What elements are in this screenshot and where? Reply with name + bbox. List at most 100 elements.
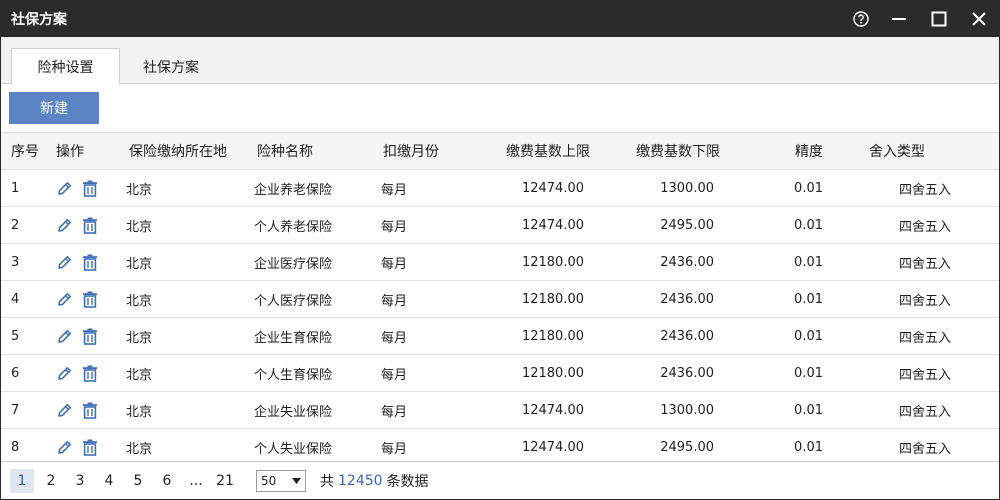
row-index: 4 [11,291,20,307]
row-index: 7 [11,402,20,418]
row-location: 北京 [126,441,153,457]
app-window: 社保方案 险种设置 社保方案 新建 序号 操作 保险缴纳所在地 险种名称 扣缴月… [0,0,1000,500]
row-base-upper: 12180.00 [521,365,584,381]
row-rounding-type: 四舍五入 [898,367,951,383]
row-base-upper: 12180.00 [521,291,584,307]
minimize-icon [892,18,906,20]
row-actions [46,401,119,419]
maximize-icon [931,11,947,27]
row-deduction-month: 每月 [381,330,408,346]
row-precision: 0.01 [794,402,823,418]
row-location: 北京 [126,219,153,235]
page-button[interactable]: 5 [126,469,150,493]
page-button[interactable]: 4 [97,469,121,493]
row-index: 5 [11,328,20,344]
maximize-button[interactable] [919,1,959,37]
row-insurance-name: 企业生育保险 [254,330,333,346]
tab-insurance-settings[interactable]: 险种设置 [11,48,120,85]
table-row[interactable]: 6 北京 个人生育保险 每月 12180.00 2436.00 0.01 四舍五入 [1,355,999,392]
row-location: 北京 [126,293,153,309]
row-precision: 0.01 [794,291,823,307]
caret-down-icon [292,477,301,484]
close-button[interactable] [959,1,999,37]
page-button[interactable]: 21 [213,469,237,493]
row-index: 3 [11,254,20,270]
row-index: 1 [11,180,20,196]
page-button[interactable]: 2 [39,469,63,493]
row-deduction-month: 每月 [381,367,408,383]
column-header-location: 保险缴纳所在地 [129,144,227,160]
table-header: 序号 操作 保险缴纳所在地 险种名称 扣缴月份 缴费基数上限 缴费基数下限 精度… [1,132,999,170]
pencil-icon[interactable] [56,364,73,382]
column-header-deduction-month: 扣缴月份 [383,144,439,160]
trash-icon[interactable] [81,216,98,234]
pencil-icon[interactable] [56,253,73,271]
window-title: 社保方案 [11,12,67,28]
trash-icon[interactable] [81,179,98,197]
column-header-base-lower: 缴费基数下限 [636,144,720,160]
row-location: 北京 [126,404,153,420]
tab-social-security-plan[interactable]: 社保方案 [121,48,221,85]
pagination: 1 2 3 4 5 6... 21 50 共 12450 条数据 [1,461,999,499]
page-ellipsis: ... [189,472,203,489]
page-size-select[interactable]: 50 [256,469,306,492]
row-precision: 0.01 [794,365,823,381]
trash-icon[interactable] [81,253,98,271]
insurance-table: 序号 操作 保险缴纳所在地 险种名称 扣缴月份 缴费基数上限 缴费基数下限 精度… [1,132,999,466]
row-base-lower: 2436.00 [660,254,714,270]
pencil-icon[interactable] [56,401,73,419]
table-row[interactable]: 7 北京 企业失业保险 每月 12474.00 1300.00 0.01 四舍五入 [1,392,999,429]
table-row[interactable]: 3 北京 企业医疗保险 每月 12180.00 2436.00 0.01 四舍五入 [1,244,999,281]
row-rounding-type: 四舍五入 [898,256,951,272]
page-button[interactable]: 3 [68,469,92,493]
column-header-rounding-type: 舍入类型 [869,144,925,160]
row-base-upper: 12474.00 [521,180,584,196]
table-row[interactable]: 1 北京 企业养老保险 每月 12474.00 1300.00 0.01 四舍五入 [1,170,999,207]
row-base-lower: 2436.00 [660,365,714,381]
row-deduction-month: 每月 [381,182,408,198]
row-rounding-type: 四舍五入 [898,293,951,309]
minimize-button[interactable] [879,1,919,37]
row-index: 2 [11,217,20,233]
row-base-upper: 12474.00 [521,402,584,418]
row-index: 8 [11,439,20,455]
trash-icon[interactable] [81,364,98,382]
column-header-base-upper: 缴费基数上限 [506,144,590,160]
row-insurance-name: 个人失业保险 [254,441,333,457]
table-row[interactable]: 4 北京 个人医疗保险 每月 12180.00 2436.00 0.01 四舍五入 [1,281,999,318]
row-base-upper: 12180.00 [521,254,584,270]
pencil-icon[interactable] [56,290,73,308]
column-header-index: 序号 [11,144,39,160]
trash-icon[interactable] [81,401,98,419]
trash-icon[interactable] [81,438,98,456]
help-icon[interactable] [843,1,879,37]
page-list: 1 2 3 4 5 6... 21 [10,468,242,493]
row-actions [46,327,119,345]
page-button[interactable]: 1 [10,468,34,493]
pencil-icon[interactable] [56,438,73,456]
row-actions [46,216,119,234]
total-prefix: 共 [320,473,334,490]
trash-icon[interactable] [81,290,98,308]
row-location: 北京 [126,256,153,272]
row-actions [46,438,119,456]
row-precision: 0.01 [794,328,823,344]
row-insurance-name: 个人生育保险 [254,367,333,383]
column-header-actions: 操作 [56,144,84,160]
table-row[interactable]: 2 北京 个人养老保险 每月 12474.00 2495.00 0.01 四舍五入 [1,207,999,244]
row-rounding-type: 四舍五入 [898,182,951,198]
pencil-icon[interactable] [56,327,73,345]
row-insurance-name: 个人养老保险 [254,219,333,235]
pencil-icon[interactable] [56,216,73,234]
table-row[interactable]: 5 北京 企业生育保险 每月 12180.00 2436.00 0.01 四舍五入 [1,318,999,355]
column-header-insurance-name: 险种名称 [257,144,313,160]
row-insurance-name: 企业失业保险 [254,404,333,420]
trash-icon[interactable] [81,327,98,345]
new-button[interactable]: 新建 [9,92,99,124]
row-insurance-name: 个人医疗保险 [254,293,333,309]
row-index: 6 [11,365,20,381]
pencil-icon[interactable] [56,179,73,197]
row-location: 北京 [126,330,153,346]
total-count-value: 12450 [338,472,383,489]
page-button[interactable]: 6 [155,469,179,493]
